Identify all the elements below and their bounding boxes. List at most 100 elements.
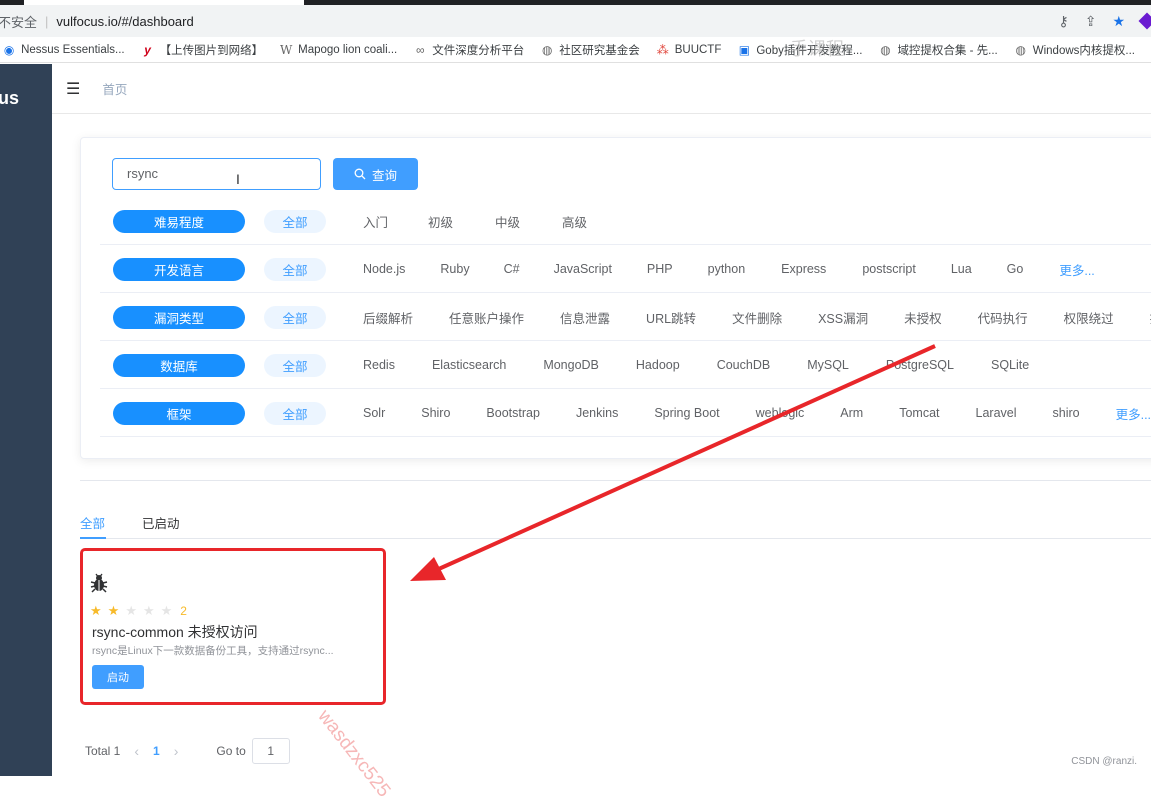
bookmark-item[interactable]: ◍ 社区研究基金会 xyxy=(540,42,640,58)
filter-option[interactable]: Hadoop xyxy=(636,358,680,372)
chevron-right-icon[interactable]: › xyxy=(174,743,179,759)
insecure-label: 不安全 xyxy=(0,14,38,30)
filter-more-link[interactable]: 更多... xyxy=(1059,260,1094,279)
filter-option[interactable]: shiro xyxy=(1053,406,1080,420)
sidebar-logo[interactable]: us xyxy=(0,88,19,109)
filter-option[interactable]: 文件删除 xyxy=(732,308,782,327)
key-icon[interactable]: ⚷ xyxy=(1058,13,1068,30)
star-icon: ★ xyxy=(125,603,137,618)
star-icon: ★ xyxy=(107,603,120,618)
filter-option[interactable]: URL跳转 xyxy=(646,308,696,327)
bookmark-item[interactable]: y 【上传图片到网络】 xyxy=(141,42,263,58)
filter-option[interactable]: PHP xyxy=(647,262,673,276)
filter-row: 数据库 全部 Redis Elasticsearch MongoDB Hadoop Couc… xyxy=(100,342,1151,389)
filter-option[interactable]: SQLite xyxy=(991,358,1029,372)
filter-option[interactable]: C# xyxy=(504,262,520,276)
filter-option[interactable]: JavaScript xyxy=(554,262,612,276)
filter-option[interactable]: postscript xyxy=(862,262,916,276)
goto-input[interactable]: 1 xyxy=(251,738,290,764)
filter-more-link[interactable]: 更多... xyxy=(1116,404,1151,423)
nessus-icon: ◉ xyxy=(3,42,15,57)
filter-all-option[interactable]: 全部 xyxy=(264,257,326,281)
filter-all-option[interactable]: 全部 xyxy=(264,401,326,425)
bookmark-item[interactable]: ◍ Windows内核提权... xyxy=(1014,42,1136,58)
pagination-total: Total 1 xyxy=(85,744,121,758)
filter-category-label: 框架 xyxy=(113,401,245,425)
filter-option[interactable]: Node.js xyxy=(363,262,405,276)
start-button[interactable]: 启动 xyxy=(92,665,144,689)
filter-option[interactable]: MongoDB xyxy=(543,358,599,372)
address-bar[interactable]: 不安全 | vulfocus.io/#/dashboard ⚷ ⇪ ★ xyxy=(0,5,1151,37)
filter-option[interactable]: 权限绕过 xyxy=(1064,308,1114,327)
filter-option[interactable]: 入门 xyxy=(363,212,388,231)
filter-option[interactable]: Express xyxy=(781,262,826,276)
filter-option[interactable]: Tomcat xyxy=(899,406,939,420)
filter-category-label: 难易程度 xyxy=(113,209,245,233)
filter-option[interactable]: 代码执行 xyxy=(978,308,1028,327)
filter-option[interactable]: Ruby xyxy=(440,262,469,276)
filter-option[interactable]: 任意账户操作 xyxy=(449,308,524,327)
y-icon: y xyxy=(144,42,151,57)
filter-option[interactable]: 未授权 xyxy=(904,308,942,327)
ctf-icon: ⁂ xyxy=(656,42,669,57)
filter-option[interactable]: Lua xyxy=(951,262,972,276)
chevron-left-icon[interactable]: ‹ xyxy=(134,743,139,759)
filter-option[interactable]: Redis xyxy=(363,358,395,372)
filter-option[interactable]: python xyxy=(708,262,746,276)
filter-option[interactable]: 高级 xyxy=(562,212,587,231)
filter-option[interactable]: Go xyxy=(1007,262,1024,276)
filter-all-option[interactable]: 全部 xyxy=(264,353,326,377)
filter-option[interactable]: Laravel xyxy=(976,406,1017,420)
share-icon[interactable]: ⇪ xyxy=(1085,13,1097,30)
vuln-card[interactable]: ★ ★ ★ ★ ★ 2 rsync-common 未授权访问 rsync是Linux下一款… xyxy=(80,548,386,705)
bookmark-item[interactable]: ∞ 文件深度分析平台 xyxy=(413,42,524,58)
filter-option[interactable]: 初级 xyxy=(428,212,453,231)
filter-option[interactable]: 中级 xyxy=(495,212,520,231)
page-number[interactable]: 1 xyxy=(153,744,160,758)
watermark: wasdzxc525 xyxy=(313,706,395,802)
tab-all[interactable]: 全部 xyxy=(80,513,107,539)
search-button[interactable]: 查询 xyxy=(333,158,418,190)
bookmarks-bar: ◉ Nessus Essentials... y 【上传图片到网络】 W Mapogo… xyxy=(0,37,1151,63)
filter-option[interactable]: Bootstrap xyxy=(486,406,540,420)
filter-option[interactable]: Solr xyxy=(363,406,385,420)
bookmark-item[interactable]: ◍ 域控提权合集 - 先... xyxy=(878,42,998,58)
filter-option[interactable]: Shiro xyxy=(421,406,450,420)
filter-option[interactable]: MySQL xyxy=(807,358,849,372)
pagination: Total 1 ‹ 1 › Go to 1 xyxy=(85,738,290,764)
star-icon: ★ xyxy=(160,603,173,618)
filter-category-label: 开发语言 xyxy=(113,257,245,281)
tab-started[interactable]: 已启动 xyxy=(142,513,180,532)
filter-option[interactable]: CouchDB xyxy=(717,358,771,372)
bookmark-item[interactable]: ⁂ BUUCTF xyxy=(656,43,722,57)
bookmark-item[interactable]: ◉ Nessus Essentials... xyxy=(2,43,125,57)
filter-option[interactable]: Spring Boot xyxy=(654,406,719,420)
filter-option[interactable]: weblogic xyxy=(756,406,805,420)
filter-all-option[interactable]: 全部 xyxy=(264,305,326,329)
filter-option[interactable]: Arm xyxy=(840,406,863,420)
filter-category-label: 漏洞类型 xyxy=(113,305,245,329)
filter-option[interactable]: Elasticsearch xyxy=(432,358,506,372)
extension-icon[interactable] xyxy=(1138,12,1151,30)
bookmark-item[interactable]: W Mapogo lion coali... xyxy=(279,43,397,57)
filter-option[interactable]: 信息泄露 xyxy=(560,308,610,327)
search-icon xyxy=(354,168,366,180)
bookmark-star-icon[interactable]: ★ xyxy=(1112,13,1125,30)
star-icon: ★ xyxy=(90,603,102,618)
breadcrumb[interactable]: 首页 xyxy=(102,79,127,98)
filter-option[interactable]: 后缀解析 xyxy=(363,308,413,327)
url-text[interactable]: vulfocus.io/#/dashboard xyxy=(56,14,193,29)
navbar: ☰ 首页 xyxy=(52,64,1151,114)
search-input[interactable]: rsync xyxy=(112,158,321,190)
filter-row: 开发语言 全部 Node.js Ruby C# JavaScript PHP python Ex… xyxy=(100,246,1151,293)
filter-option[interactable]: PostgreSQL xyxy=(886,358,954,372)
hamburger-icon[interactable]: ☰ xyxy=(66,79,80,99)
screen-overlay-text: 手课程 xyxy=(790,39,844,59)
filter-option[interactable]: XSS漏洞 xyxy=(818,308,868,327)
sidebar: us xyxy=(0,64,52,776)
filter-row: 难易程度 全部 入门 初级 中级 高级 xyxy=(100,198,1151,245)
address-separator: | xyxy=(45,13,49,29)
filter-option[interactable]: Jenkins xyxy=(576,406,618,420)
filter-row: 漏洞类型 全部 后缀解析 任意账户操作 信息泄露 URL跳转 文件删除 XSS漏洞 未授权 代码执… xyxy=(100,294,1151,341)
filter-all-option[interactable]: 全部 xyxy=(264,209,326,233)
